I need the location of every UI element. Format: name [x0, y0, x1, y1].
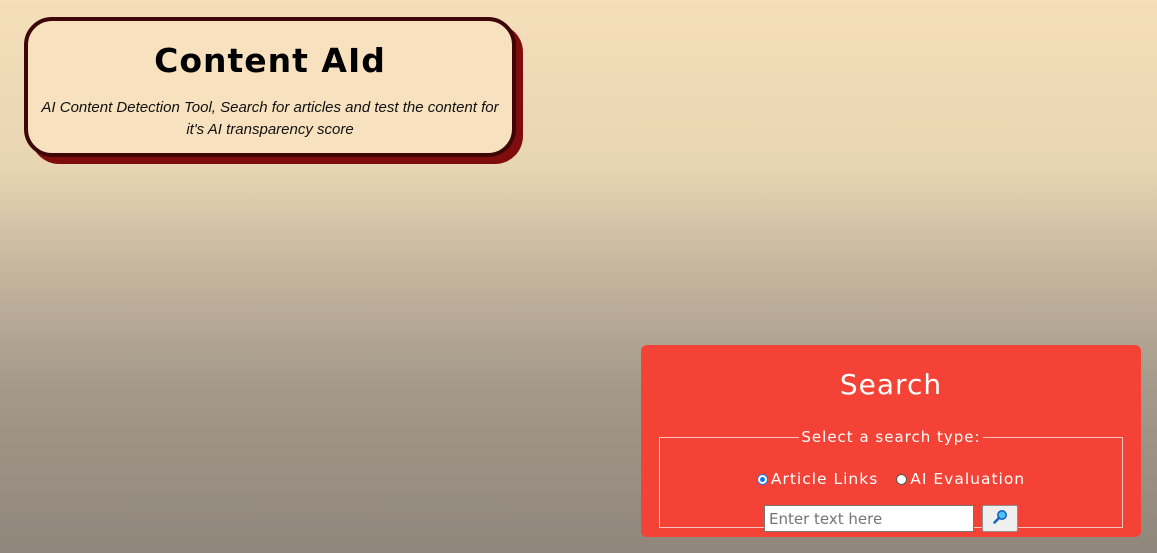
app-subtitle: AI Content Detection Tool, Search for ar… [41, 99, 499, 138]
search-type-fieldset: Select a search type: Article Links AI E… [659, 428, 1123, 532]
search-input[interactable] [764, 505, 974, 532]
search-type-options: Article Links AI Evaluation [660, 470, 1122, 489]
radio-ai-evaluation-circle[interactable] [896, 473, 908, 485]
radio-ai-evaluation-label[interactable]: AI Evaluation [910, 470, 1025, 488]
radio-article-links-label[interactable]: Article Links [771, 470, 878, 488]
radio-ai-evaluation[interactable]: AI Evaluation [896, 470, 1025, 488]
app-title: Content AId [154, 41, 386, 80]
radio-article-links-circle[interactable] [756, 473, 768, 485]
search-input-row [660, 505, 1122, 532]
search-title: Search [839, 368, 943, 401]
magnifier-icon [992, 509, 1008, 528]
radio-article-links[interactable]: Article Links [756, 470, 878, 488]
search-panel: Search Select a search type: Article Lin… [641, 345, 1141, 537]
search-button[interactable] [982, 505, 1018, 532]
header-card: Content AId AI Content Detection Tool, S… [24, 17, 516, 157]
search-type-legend: Select a search type: [801, 428, 981, 446]
